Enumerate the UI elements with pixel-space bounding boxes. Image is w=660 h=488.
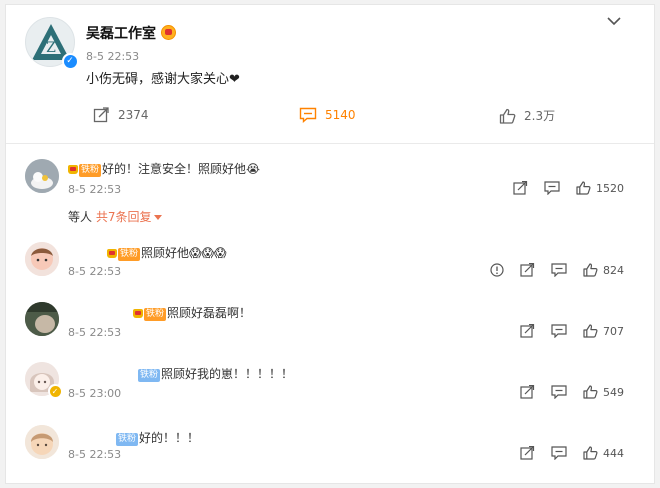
comment-icon[interactable] — [544, 181, 560, 195]
repost-icon[interactable] — [520, 263, 535, 277]
comment-button[interactable]: 5140 — [299, 107, 356, 123]
caret-down-icon — [154, 215, 163, 220]
comment-body: 照顾好磊磊啊！ — [167, 306, 252, 320]
comment-time: 8-5 22:53 — [68, 326, 122, 339]
comment-text: 铁粉 照顾好我的崽！！！！！ — [138, 365, 293, 382]
thumbs-up-icon[interactable] — [583, 446, 598, 460]
fan-badge: 铁粉 — [79, 164, 102, 177]
member-badge-icon — [161, 25, 176, 40]
comment-text: 铁粉 好的！！！ — [116, 429, 199, 446]
comment-actions: 1520 — [497, 181, 624, 195]
comment-icon[interactable] — [551, 263, 567, 277]
member-crown-icon — [68, 165, 78, 174]
comment-time: 8-5 22:53 — [68, 183, 122, 196]
fan-badge: 铁粉 — [138, 369, 161, 382]
comment-count: 5140 — [325, 108, 356, 122]
thumbs-up-icon[interactable] — [583, 263, 598, 277]
comment-actions: 824 — [474, 263, 624, 277]
weibo-post-card: Z ✓ 吴磊工作室 8-5 22:53 小伤无碍，感谢大家关心❤ 2374 51… — [5, 4, 655, 484]
repost-icon[interactable] — [520, 324, 535, 338]
comment-actions: 707 — [504, 324, 624, 338]
member-crown-icon — [107, 249, 117, 258]
repost-count: 2374 — [118, 108, 149, 122]
repost-icon[interactable] — [513, 181, 528, 195]
thumbs-up-icon[interactable] — [576, 181, 591, 195]
gold-verified-icon: ✓ — [48, 384, 62, 398]
comment-icon[interactable] — [551, 385, 567, 399]
fan-badge: 铁粉 — [118, 248, 141, 261]
comment-icon[interactable] — [551, 446, 567, 460]
thumbs-up-icon[interactable] — [583, 385, 598, 399]
comment-icon — [299, 107, 317, 123]
like-count: 2.3万 — [524, 109, 556, 123]
replies-link[interactable]: 共7条回复 — [96, 210, 152, 224]
author-name[interactable]: 吴磊工作室 — [86, 23, 156, 43]
comment-text: 铁粉 照顾好磊磊啊！ — [133, 304, 251, 321]
commenter-avatar[interactable] — [25, 159, 59, 193]
comment-time: 8-5 23:00 — [68, 387, 122, 400]
chevron-down-icon[interactable] — [606, 14, 622, 28]
comment-time: 8-5 22:53 — [68, 265, 122, 278]
post-time[interactable]: 8-5 22:53 — [86, 50, 139, 63]
commenter-avatar[interactable] — [25, 302, 59, 336]
comment-like-count: 444 — [603, 446, 624, 460]
repost-icon — [93, 107, 109, 123]
repost-button[interactable]: 2374 — [93, 107, 149, 123]
comment-time: 8-5 22:53 — [68, 448, 122, 461]
comment-actions: 444 — [504, 446, 624, 460]
comment-like-count: 549 — [603, 385, 624, 399]
comment-text: 铁粉 照顾好他😱😱😱 — [107, 244, 227, 261]
commenter-avatar[interactable] — [25, 242, 59, 276]
comment-like-count: 707 — [603, 324, 624, 338]
thumbs-up-icon — [499, 108, 516, 124]
repost-icon[interactable] — [520, 446, 535, 460]
verified-icon: ✓ — [62, 53, 78, 69]
divider — [6, 143, 654, 144]
view-replies[interactable]: 等人 共7条回复 — [68, 208, 163, 225]
report-icon[interactable] — [490, 263, 504, 277]
member-crown-icon — [133, 309, 143, 318]
thumbs-up-icon[interactable] — [583, 324, 598, 338]
comment-actions: 549 — [504, 385, 624, 399]
comment-body: 好的！！！ — [139, 431, 200, 445]
comment-like-count: 824 — [603, 263, 624, 277]
replies-prefix: 等人 — [68, 210, 93, 224]
repost-icon[interactable] — [520, 385, 535, 399]
comment-body: 照顾好我的崽！！！！！ — [161, 367, 294, 381]
comment-body: 好的！注意安全！照顾好他😭 — [102, 162, 261, 176]
post-text: 小伤无碍，感谢大家关心❤ — [86, 72, 240, 87]
comment-body: 照顾好他😱😱😱 — [141, 246, 227, 260]
commenter-avatar[interactable] — [25, 425, 59, 459]
comment-like-count: 1520 — [596, 181, 624, 195]
comment-icon[interactable] — [551, 324, 567, 338]
like-button[interactable]: 2.3万 — [499, 107, 555, 124]
fan-badge: 铁粉 — [144, 308, 167, 321]
comment-text: 铁粉 好的！注意安全！照顾好他😭 — [68, 160, 260, 177]
fan-badge: 铁粉 — [116, 433, 139, 446]
svg-text:Z: Z — [46, 40, 56, 56]
